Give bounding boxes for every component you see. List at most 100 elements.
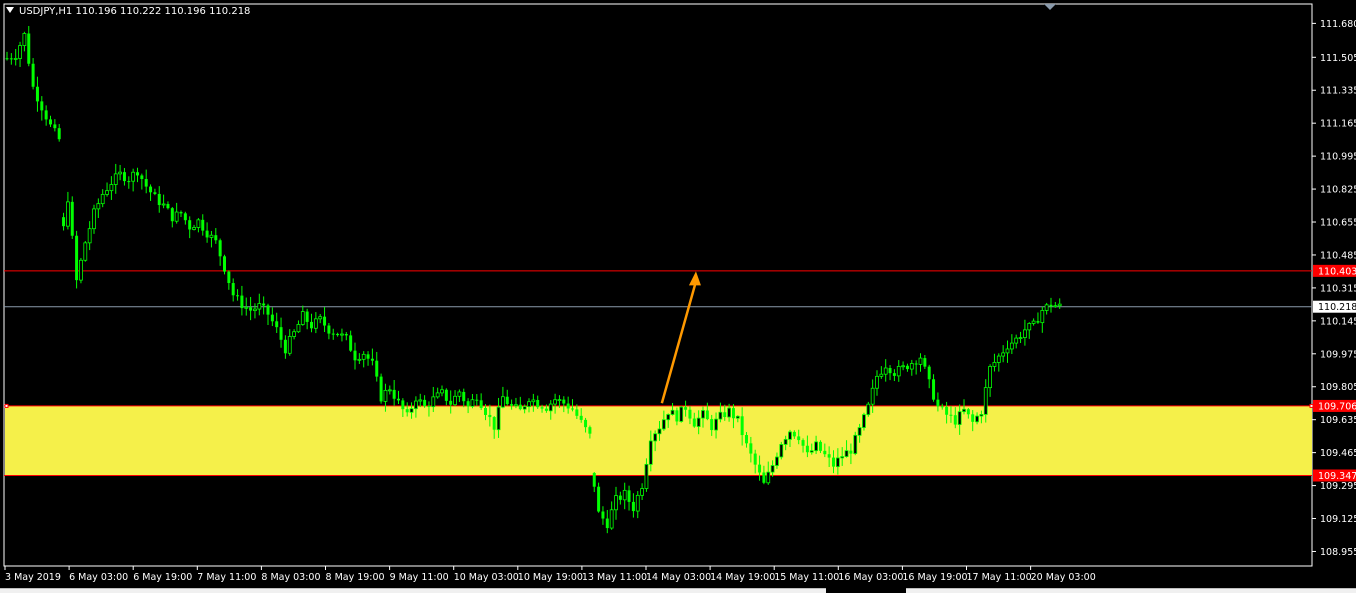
x-tick-label: 10 May 03:00 xyxy=(454,572,519,583)
candle xyxy=(87,221,92,251)
candle xyxy=(136,167,139,183)
candle xyxy=(609,501,614,530)
x-tick-label: 6 May 19:00 xyxy=(133,572,192,583)
x-tick-label: 10 May 19:00 xyxy=(518,572,583,583)
candle xyxy=(923,355,927,370)
candle xyxy=(83,241,88,262)
candle xyxy=(423,395,427,408)
candle xyxy=(75,230,79,289)
candle xyxy=(888,365,892,381)
candle xyxy=(440,385,444,397)
candle xyxy=(157,186,161,213)
zone-anchor-1[interactable] xyxy=(1309,403,1314,408)
x-axis: 3 May 2019 6 May 03:00 6 May 19:00 7 May 11… xyxy=(4,566,1096,583)
y-tick-label: 110.995 xyxy=(1320,152,1356,163)
candle xyxy=(27,26,31,67)
trend-arrow[interactable] xyxy=(660,281,698,404)
candle xyxy=(932,374,936,402)
x-tick-label: 8 May 03:00 xyxy=(261,572,320,583)
candle xyxy=(462,388,466,408)
candle xyxy=(13,48,18,66)
candle xyxy=(149,184,153,201)
candle xyxy=(353,342,357,370)
bottom-tab-left[interactable] xyxy=(0,588,826,593)
candle xyxy=(996,353,1001,372)
candle xyxy=(113,163,118,194)
candle xyxy=(57,123,61,142)
y-tick-label: 109.805 xyxy=(1320,382,1356,393)
candle xyxy=(1057,298,1062,309)
candle xyxy=(100,189,105,208)
candle xyxy=(140,173,144,190)
candle xyxy=(1018,331,1023,344)
y-tick-label: 111.505 xyxy=(1320,53,1356,64)
candle xyxy=(1036,312,1040,324)
candle xyxy=(44,105,48,126)
candle xyxy=(357,353,362,364)
candle xyxy=(627,485,631,511)
y-tick-label: 110.825 xyxy=(1320,185,1356,196)
candle xyxy=(105,182,109,197)
candle xyxy=(879,366,884,379)
y-tick-label: 108.955 xyxy=(1320,547,1356,558)
candle xyxy=(1044,302,1049,315)
candle xyxy=(866,401,871,417)
candle xyxy=(240,285,244,316)
candle xyxy=(1031,318,1036,326)
candle xyxy=(457,389,462,402)
candle xyxy=(122,168,126,186)
candle xyxy=(31,58,35,90)
candle xyxy=(118,164,122,181)
candle xyxy=(635,491,640,519)
candle xyxy=(379,373,383,404)
y-tick-label: 111.165 xyxy=(1320,119,1356,130)
candle xyxy=(53,119,57,132)
candle xyxy=(397,390,400,405)
candle xyxy=(618,491,622,505)
candle xyxy=(183,211,187,225)
candle xyxy=(1053,301,1058,308)
candle xyxy=(153,188,157,196)
candle xyxy=(640,483,644,501)
candle xyxy=(313,312,318,334)
candle xyxy=(92,204,96,234)
y-tick-label: 109.295 xyxy=(1320,481,1356,492)
candle xyxy=(361,351,366,368)
price-tag-label: 110.218 xyxy=(1318,302,1356,313)
y-tick-label: 110.485 xyxy=(1320,250,1356,261)
candle xyxy=(387,385,392,395)
zone-anchor-0[interactable] xyxy=(4,403,9,408)
candle xyxy=(927,364,931,389)
candle xyxy=(196,218,201,233)
candle xyxy=(192,224,196,231)
candle xyxy=(631,493,635,518)
candle xyxy=(622,482,627,510)
candle xyxy=(1001,345,1006,363)
candle xyxy=(262,296,266,315)
candle xyxy=(109,176,114,200)
candle xyxy=(988,364,992,397)
candle xyxy=(305,308,309,330)
candle xyxy=(131,168,136,192)
candle xyxy=(336,332,340,337)
chart-shift-marker-icon[interactable] xyxy=(1044,4,1056,10)
y-axis: 111.680 111.505 111.335 111.165 110.995 110.8… xyxy=(1312,19,1356,558)
candle xyxy=(418,393,423,408)
candle xyxy=(40,96,44,121)
x-tick-label: 7 May 11:00 xyxy=(197,572,256,583)
candle xyxy=(536,395,540,409)
candle xyxy=(170,206,174,228)
candle xyxy=(1027,322,1032,339)
candle xyxy=(905,363,909,372)
candle xyxy=(231,278,235,302)
candle xyxy=(227,270,231,290)
bottom-tab-right[interactable] xyxy=(906,588,1356,593)
x-tick-label: 9 May 11:00 xyxy=(390,572,449,583)
candle xyxy=(366,351,370,366)
x-tick-label: 6 May 03:00 xyxy=(69,572,128,583)
candle xyxy=(853,431,858,456)
candle xyxy=(883,359,888,382)
candle xyxy=(296,320,301,333)
candle xyxy=(479,393,483,410)
candle xyxy=(392,379,396,406)
